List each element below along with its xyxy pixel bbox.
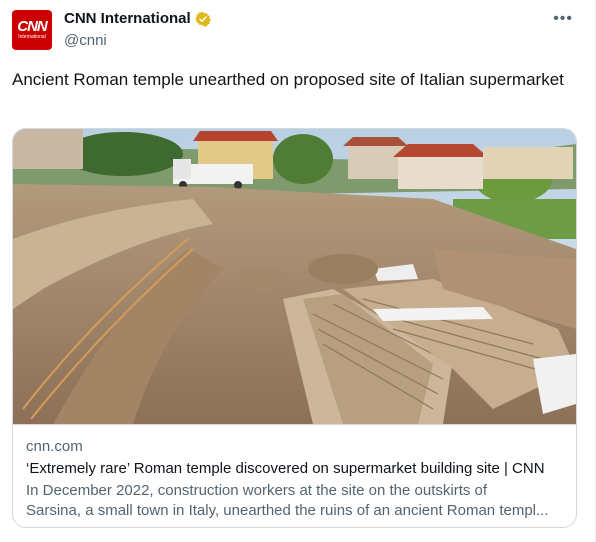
verified-badge-icon[interactable]: [194, 11, 211, 27]
tweet-text: Ancient Roman temple unearthed on propos…: [12, 70, 564, 89]
avatar-logo-text: CNN: [17, 18, 47, 35]
author-display-name[interactable]: CNN International: [64, 10, 191, 27]
card-image[interactable]: [13, 129, 576, 424]
card-meta[interactable]: cnn.com ‘Extremely rare’ Roman temple di…: [13, 424, 576, 527]
more-options-icon[interactable]: •••: [553, 10, 573, 28]
card-domain: cnn.com: [26, 438, 83, 455]
excavation-photo-icon: [13, 129, 576, 424]
author-handle[interactable]: @cnni: [64, 32, 107, 49]
author-name-row: CNN International: [64, 10, 211, 27]
card-description-line-2: Sarsina, a small town in Italy, unearthe…: [26, 502, 549, 519]
card-description: In December 2022, construction workers a…: [26, 481, 563, 521]
card-description-line-1: In December 2022, construction workers a…: [26, 482, 488, 499]
link-preview-card[interactable]: cnn.com ‘Extremely rare’ Roman temple di…: [12, 128, 577, 528]
tweet: CNN International CNN International @cnn…: [0, 0, 596, 542]
avatar[interactable]: CNN International: [12, 10, 52, 50]
avatar-logo-subtext: International: [18, 34, 46, 40]
card-title[interactable]: ‘Extremely rare’ Roman temple discovered…: [26, 459, 563, 479]
